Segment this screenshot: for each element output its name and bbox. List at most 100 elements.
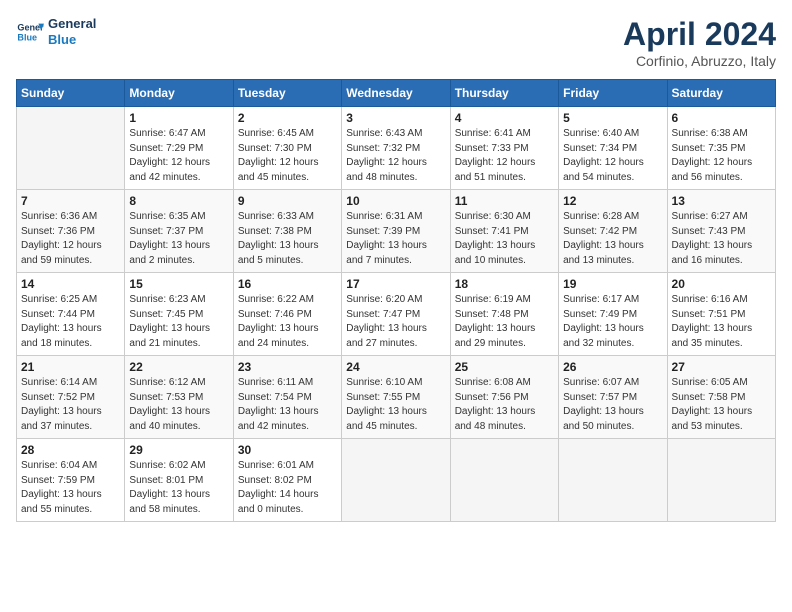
calendar-cell: 22Sunrise: 6:12 AMSunset: 7:53 PMDayligh… [125,356,233,439]
calendar-cell: 13 Sunrise: 6:27 AMSunset: 7:43 PMDayligh… [667,190,775,273]
day-info: Sunrise: 6:31 AMSunset: 7:39 PMDaylight:… [346,210,445,268]
calendar-cell: 4 Sunrise: 6:41 AMSunset: 7:33 PMDaylight… [450,107,558,190]
day-info: Sunrise: 6:27 AMSunset: 7:43 PMDaylight:… [672,210,771,268]
day-info: Sunrise: 6:47 AMSunset: 7:29 PMDaylight:… [129,127,228,185]
calendar-cell: 14Sunrise: 6:25 AMSunset: 7:44 PMDayligh… [17,273,125,356]
calendar-cell: 10Sunrise: 6:31 AMSunset: 7:39 PMDayligh… [342,190,450,273]
calendar-cell: 12 Sunrise: 6:28 AMSunset: 7:42 PMDayligh… [559,190,667,273]
calendar-table: SundayMondayTuesdayWednesdayThursdayFrid… [16,79,776,522]
day-info: Sunrise: 6:11 AMSunset: 7:54 PMDaylight:… [238,376,337,434]
calendar-cell: 16 Sunrise: 6:22 AMSunset: 7:46 PMDayligh… [233,273,341,356]
day-number: 18 [455,277,554,291]
day-number: 12 [563,194,662,208]
day-info: Sunrise: 6:23 AMSunset: 7:45 PMDaylight:… [129,293,228,351]
calendar-cell: 15 Sunrise: 6:23 AMSunset: 7:45 PMDayligh… [125,273,233,356]
day-info: Sunrise: 6:36 AMSunset: 7:36 PMDaylight:… [21,210,120,268]
calendar-week-row: 14Sunrise: 6:25 AMSunset: 7:44 PMDayligh… [17,273,776,356]
day-number: 24 [346,360,445,374]
day-info: Sunrise: 6:16 AMSunset: 7:51 PMDaylight:… [672,293,771,351]
day-info: Sunrise: 6:28 AMSunset: 7:42 PMDaylight:… [563,210,662,268]
calendar-cell: 26 Sunrise: 6:07 AMSunset: 7:57 PMDayligh… [559,356,667,439]
day-number: 5 [563,111,662,125]
weekday-header: Sunday [17,80,125,107]
calendar-cell: 30Sunrise: 6:01 AMSunset: 8:02 PMDayligh… [233,439,341,522]
weekday-header: Monday [125,80,233,107]
calendar-cell: 18 Sunrise: 6:19 AMSunset: 7:48 PMDayligh… [450,273,558,356]
page-header: General Blue General Blue April 2024 Cor… [16,16,776,69]
calendar-cell: 7 Sunrise: 6:36 AMSunset: 7:36 PMDaylight… [17,190,125,273]
weekday-header: Friday [559,80,667,107]
weekday-header: Saturday [667,80,775,107]
day-number: 14 [21,277,120,291]
day-number: 4 [455,111,554,125]
calendar-cell: 29 Sunrise: 6:02 AMSunset: 8:01 PMDayligh… [125,439,233,522]
day-info: Sunrise: 6:33 AMSunset: 7:38 PMDaylight:… [238,210,337,268]
day-number: 19 [563,277,662,291]
calendar-cell: 28Sunrise: 6:04 AMSunset: 7:59 PMDayligh… [17,439,125,522]
day-number: 6 [672,111,771,125]
calendar-week-row: 28Sunrise: 6:04 AMSunset: 7:59 PMDayligh… [17,439,776,522]
day-number: 7 [21,194,120,208]
title-block: April 2024 Corfinio, Abruzzo, Italy [623,16,776,69]
calendar-cell [450,439,558,522]
day-number: 26 [563,360,662,374]
calendar-cell: 17 Sunrise: 6:20 AMSunset: 7:47 PMDayligh… [342,273,450,356]
calendar-cell: 1 Sunrise: 6:47 AMSunset: 7:29 PMDaylight… [125,107,233,190]
calendar-cell: 23Sunrise: 6:11 AMSunset: 7:54 PMDayligh… [233,356,341,439]
day-info: Sunrise: 6:17 AMSunset: 7:49 PMDaylight:… [563,293,662,351]
day-number: 15 [129,277,228,291]
day-number: 16 [238,277,337,291]
day-info: Sunrise: 6:45 AMSunset: 7:30 PMDaylight:… [238,127,337,185]
day-info: Sunrise: 6:20 AMSunset: 7:47 PMDaylight:… [346,293,445,351]
day-info: Sunrise: 6:40 AMSunset: 7:34 PMDaylight:… [563,127,662,185]
day-info: Sunrise: 6:19 AMSunset: 7:48 PMDaylight:… [455,293,554,351]
day-info: Sunrise: 6:35 AMSunset: 7:37 PMDaylight:… [129,210,228,268]
svg-text:Blue: Blue [17,32,37,42]
day-number: 3 [346,111,445,125]
logo: General Blue General Blue [16,16,96,47]
day-info: Sunrise: 6:22 AMSunset: 7:46 PMDaylight:… [238,293,337,351]
day-number: 29 [129,443,228,457]
day-number: 17 [346,277,445,291]
logo-line1: General [48,16,96,32]
calendar-cell [559,439,667,522]
day-number: 9 [238,194,337,208]
day-number: 8 [129,194,228,208]
weekday-header: Thursday [450,80,558,107]
calendar-week-row: 1 Sunrise: 6:47 AMSunset: 7:29 PMDaylight… [17,107,776,190]
day-info: Sunrise: 6:43 AMSunset: 7:32 PMDaylight:… [346,127,445,185]
calendar-cell: 5 Sunrise: 6:40 AMSunset: 7:34 PMDaylight… [559,107,667,190]
day-number: 2 [238,111,337,125]
calendar-cell: 2 Sunrise: 6:45 AMSunset: 7:30 PMDaylight… [233,107,341,190]
calendar-cell: 19 Sunrise: 6:17 AMSunset: 7:49 PMDayligh… [559,273,667,356]
month-title: April 2024 [623,16,776,53]
logo-icon: General Blue [16,18,44,46]
calendar-cell [667,439,775,522]
day-info: Sunrise: 6:07 AMSunset: 7:57 PMDaylight:… [563,376,662,434]
calendar-cell: 9 Sunrise: 6:33 AMSunset: 7:38 PMDaylight… [233,190,341,273]
calendar-week-row: 21Sunrise: 6:14 AMSunset: 7:52 PMDayligh… [17,356,776,439]
day-info: Sunrise: 6:41 AMSunset: 7:33 PMDaylight:… [455,127,554,185]
calendar-week-row: 7 Sunrise: 6:36 AMSunset: 7:36 PMDaylight… [17,190,776,273]
day-number: 1 [129,111,228,125]
day-info: Sunrise: 6:08 AMSunset: 7:56 PMDaylight:… [455,376,554,434]
logo-line2: Blue [48,32,96,48]
calendar-cell: 20 Sunrise: 6:16 AMSunset: 7:51 PMDayligh… [667,273,775,356]
calendar-cell: 3 Sunrise: 6:43 AMSunset: 7:32 PMDaylight… [342,107,450,190]
day-number: 13 [672,194,771,208]
calendar-cell: 8 Sunrise: 6:35 AMSunset: 7:37 PMDaylight… [125,190,233,273]
day-info: Sunrise: 6:04 AMSunset: 7:59 PMDaylight:… [21,459,120,517]
calendar-cell: 21Sunrise: 6:14 AMSunset: 7:52 PMDayligh… [17,356,125,439]
day-info: Sunrise: 6:30 AMSunset: 7:41 PMDaylight:… [455,210,554,268]
day-info: Sunrise: 6:02 AMSunset: 8:01 PMDaylight:… [129,459,228,517]
day-number: 22 [129,360,228,374]
calendar-cell: 25Sunrise: 6:08 AMSunset: 7:56 PMDayligh… [450,356,558,439]
calendar-cell: 11Sunrise: 6:30 AMSunset: 7:41 PMDayligh… [450,190,558,273]
weekday-header: Wednesday [342,80,450,107]
day-info: Sunrise: 6:14 AMSunset: 7:52 PMDaylight:… [21,376,120,434]
weekday-header-row: SundayMondayTuesdayWednesdayThursdayFrid… [17,80,776,107]
day-info: Sunrise: 6:38 AMSunset: 7:35 PMDaylight:… [672,127,771,185]
day-number: 20 [672,277,771,291]
day-info: Sunrise: 6:10 AMSunset: 7:55 PMDaylight:… [346,376,445,434]
calendar-cell: 6 Sunrise: 6:38 AMSunset: 7:35 PMDaylight… [667,107,775,190]
